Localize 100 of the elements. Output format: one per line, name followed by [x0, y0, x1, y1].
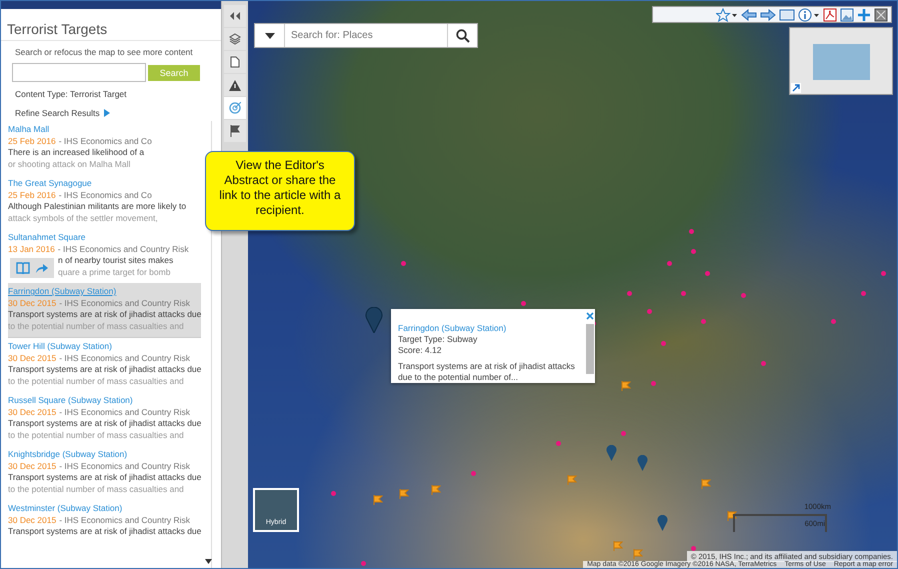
result-snippet: Transport systems are at risk of jihadist attacks due: [8, 364, 202, 376]
layers-icon[interactable]: [229, 33, 241, 45]
expand-arrow-icon[interactable]: [104, 109, 110, 117]
result-source: - IHS Economics and Co: [58, 190, 152, 200]
result-source: - IHS Economics and Country Risk: [59, 352, 190, 362]
result-date: 25 Feb 2016: [8, 136, 56, 146]
forward-arrow-icon[interactable]: [760, 8, 776, 20]
share-icon[interactable]: [34, 262, 48, 274]
flag-icon[interactable]: [230, 125, 240, 137]
document-icon[interactable]: [230, 56, 240, 68]
popup-scrollbar[interactable]: [586, 324, 594, 374]
result-source: - IHS Economics and Country Risk: [58, 244, 189, 254]
refine-link[interactable]: Refine Search Results: [15, 108, 100, 118]
content-type-text: Content Type: Terrorist Target: [15, 89, 128, 99]
target-dot-icon[interactable]: [556, 441, 561, 446]
target-dot-icon[interactable]: [691, 546, 696, 551]
result-snippet: There is an increased likelihood of a: [8, 147, 144, 158]
result-snippet: to the potential number of mass casualties and: [8, 484, 185, 495]
result-snippet: Transport systems are at risk of jihadist attacks due: [8, 526, 202, 538]
target-dot-icon[interactable]: [521, 301, 526, 306]
expand-arrow-icon[interactable]: [791, 83, 801, 93]
result-date: 30 Dec 2015: [8, 352, 56, 362]
page-tool-button[interactable]: [224, 51, 246, 73]
favorite-star-icon[interactable]: [716, 8, 738, 22]
target-dot-icon[interactable]: [331, 491, 336, 496]
target-dot-icon[interactable]: [691, 249, 696, 254]
target-icon[interactable]: [229, 102, 241, 114]
map-pin-icon[interactable]: [606, 445, 617, 461]
map-pin-icon[interactable]: [637, 455, 648, 471]
popup-target-type: Target Type: Subway: [398, 334, 478, 345]
result-date: 30 Dec 2015: [8, 406, 56, 416]
flag-tool-button[interactable]: [224, 120, 246, 142]
close-icon[interactable]: [586, 312, 594, 320]
back-arrow-icon[interactable]: [741, 8, 757, 20]
target-dot-icon[interactable]: [701, 319, 706, 324]
result-snippet: to the potential number of mass casualties and: [8, 320, 185, 332]
result-source: - IHS Economics and Country Risk: [59, 298, 190, 308]
collapse-tool-button[interactable]: [224, 5, 246, 27]
target-dot-icon[interactable]: [621, 431, 626, 436]
full-extent-icon[interactable]: [779, 8, 795, 20]
target-dot-icon[interactable]: [741, 293, 746, 298]
target-dot-icon[interactable]: [861, 291, 866, 296]
flag-icon[interactable]: [727, 511, 737, 521]
target-dot-icon[interactable]: [705, 271, 710, 276]
result-title-link[interactable]: Farringdon (Subway Station): [8, 286, 201, 298]
result-snippet: attack symbols of the settler movement,: [8, 212, 159, 224]
target-dot-icon[interactable]: [627, 291, 632, 296]
overview-map[interactable]: [789, 27, 893, 95]
result-title-link[interactable]: Russell Square (Subway Station): [8, 395, 201, 406]
result-date: 13 Jan 2016: [8, 244, 55, 254]
search-field[interactable]: [12, 63, 146, 82]
pdf-icon[interactable]: [823, 8, 837, 22]
popup-title-link[interactable]: Farringdon (Subway Station): [398, 323, 585, 334]
flag-icon[interactable]: [621, 381, 631, 391]
flag-icon[interactable]: [399, 489, 409, 499]
result-snippet: or shooting attack on Malha Mall: [8, 158, 132, 170]
flag-icon[interactable]: [373, 495, 383, 505]
info-icon[interactable]: [798, 8, 820, 22]
result-date: 25 Feb 2016: [8, 190, 56, 200]
warning-icon[interactable]: [229, 80, 241, 90]
target-dot-icon[interactable]: [761, 361, 766, 366]
target-dot-icon[interactable]: [681, 291, 686, 296]
target-dot-icon[interactable]: [651, 381, 656, 386]
result-source: - IHS Economics and Country Risk: [59, 514, 190, 524]
result-snippet: to the potential number of mass casualties and: [8, 376, 185, 387]
plus-icon[interactable]: [857, 8, 871, 22]
target-dot-icon[interactable]: [647, 309, 652, 314]
result-title-link[interactable]: Westminster (Subway Station): [8, 503, 201, 514]
selected-result-row[interactable]: Farringdon (Subway Station) 30 Dec 2015 - IHS Economics and Country Risk Transport systems are at risk of jihadist attacks due to the potential number of mass casualties and: [8, 283, 201, 338]
flag-icon[interactable]: [431, 485, 441, 495]
place-search-field[interactable]: Search for: Places: [254, 23, 478, 48]
target-dot-icon[interactable]: [661, 341, 666, 346]
search-icon[interactable]: [456, 28, 470, 42]
target-dot-icon[interactable]: [401, 261, 406, 266]
warning-tool-button[interactable]: [224, 74, 246, 96]
result-source: - IHS Economics and Co: [58, 136, 152, 146]
double-chevron-icon[interactable]: [230, 12, 240, 20]
map-pin-icon[interactable]: [365, 307, 383, 333]
result-title-link[interactable]: Sultanahmet Square: [8, 232, 201, 244]
target-dot-icon[interactable]: [881, 271, 886, 276]
target-dot-icon[interactable]: [667, 261, 672, 266]
image-export-icon[interactable]: [840, 8, 854, 22]
popup-description: Transport systems are at risk of jihadist attacks due to the potential number of...: [398, 361, 576, 383]
caret-icon[interactable]: [264, 32, 274, 38]
target-dot-icon[interactable]: [689, 229, 694, 234]
result-title-link[interactable]: Tower Hill (Subway Station): [8, 341, 201, 352]
map-pin-icon[interactable]: [657, 515, 668, 531]
result-title-link[interactable]: Malha Mall: [8, 124, 201, 136]
result-date: 30 Dec 2015: [8, 298, 56, 308]
callout-bubble: View the Editor's Abstract or share the link to the article with a recipient.: [205, 151, 355, 231]
search-button[interactable]: Search: [148, 64, 200, 80]
layers-tool-button[interactable]: [224, 28, 246, 50]
target-dot-icon[interactable]: [831, 319, 836, 324]
result-date: 30 Dec 2015: [8, 514, 56, 524]
result-title-link[interactable]: The Great Synagogue: [8, 178, 201, 190]
target-dot-icon[interactable]: [361, 561, 366, 566]
book-icon[interactable]: [16, 262, 30, 274]
target-dot-icon[interactable]: [471, 471, 476, 476]
scroll-down-icon[interactable]: [205, 559, 212, 564]
result-title-link[interactable]: Knightsbridge (Subway Station): [8, 449, 201, 460]
